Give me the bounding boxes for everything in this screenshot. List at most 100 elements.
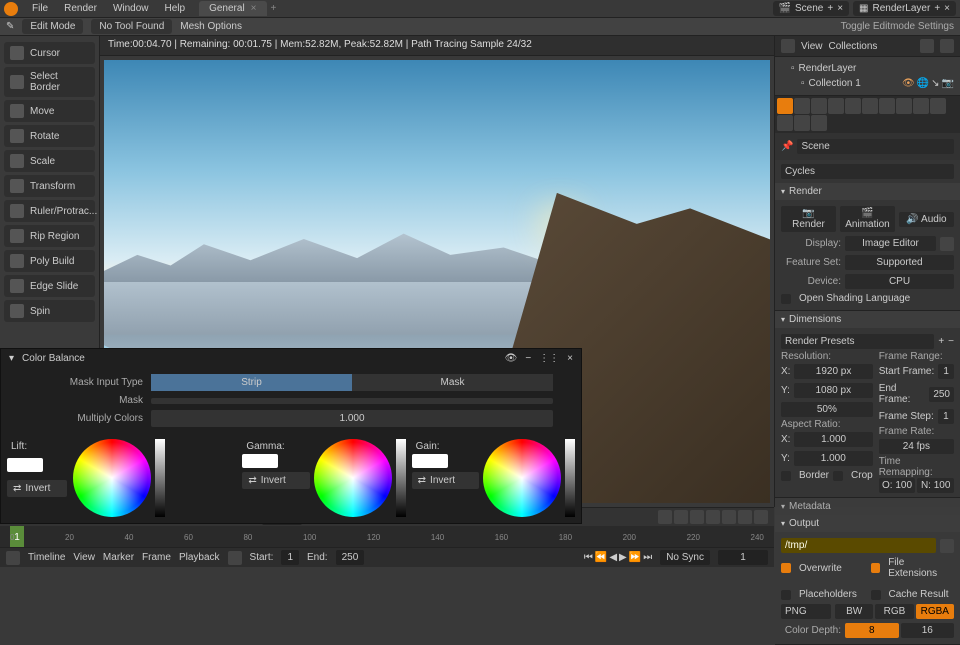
featureset-select[interactable]: Supported <box>845 255 954 270</box>
keyframe-prev-icon[interactable]: ⏪ <box>595 552 607 563</box>
render-engine[interactable]: Cycles <box>781 164 954 179</box>
arrow-icon[interactable]: ↘ <box>931 78 939 89</box>
editor-type-icon[interactable] <box>6 551 20 565</box>
add-icon[interactable]: + <box>934 3 940 14</box>
close-icon[interactable]: × <box>944 3 950 14</box>
cache-checkbox[interactable] <box>871 590 881 600</box>
border-checkbox[interactable] <box>781 471 791 481</box>
rgb-button[interactable]: RGB <box>875 604 913 619</box>
tool-select-border[interactable]: Select Border <box>4 67 95 97</box>
tab-texture[interactable] <box>811 115 827 131</box>
gain-invert[interactable]: ⇄Invert <box>412 472 479 489</box>
gamma-swatch[interactable] <box>242 454 278 468</box>
snap-icon[interactable] <box>674 510 688 524</box>
tool-spin[interactable]: Spin <box>4 300 95 322</box>
menu-playback[interactable]: Playback <box>179 552 220 563</box>
tab-world[interactable] <box>845 98 861 114</box>
gain-value-slider[interactable] <box>565 439 575 517</box>
menu-marker[interactable]: Marker <box>103 552 134 563</box>
outliner-collections[interactable]: Collections <box>829 41 878 52</box>
frame-step[interactable]: 1 <box>938 409 954 424</box>
lift-swatch[interactable] <box>7 458 43 472</box>
mesh-options[interactable]: Mesh Options <box>180 21 242 32</box>
tool-ruler[interactable]: Ruler/Protrac... <box>4 200 95 222</box>
aspect-y[interactable]: 1.000 <box>794 451 873 466</box>
tool-rip-region[interactable]: Rip Region <box>4 225 95 247</box>
jump-end-icon[interactable]: ⏭ <box>643 552 652 563</box>
aspect-x[interactable]: 1.000 <box>794 432 872 447</box>
close-icon[interactable]: × <box>837 3 843 14</box>
pin-icon[interactable]: 📌 <box>781 141 793 152</box>
outliner-item[interactable]: ▫ Collection 1 👁 🌐 ↘ 📷 <box>781 76 954 91</box>
render-button[interactable]: 📷 Render <box>781 206 836 232</box>
current-frame[interactable]: 1 <box>718 550 768 565</box>
tab-particles[interactable] <box>896 98 912 114</box>
toggle-editmode-settings[interactable]: Toggle Editmode Settings <box>841 21 954 32</box>
pivot-icon[interactable] <box>690 510 704 524</box>
frame-start[interactable]: 1 <box>938 364 954 379</box>
menu-window[interactable]: Window <box>105 1 157 16</box>
output-path[interactable]: /tmp/ <box>781 538 936 553</box>
gamma-wheel[interactable] <box>314 439 392 517</box>
outliner-view[interactable]: View <box>801 41 823 52</box>
gain-swatch[interactable] <box>412 454 448 468</box>
gamma-value-slider[interactable] <box>396 439 406 517</box>
render-presets[interactable]: Render Presets <box>781 334 934 349</box>
outliner-root[interactable]: ▫ RenderLayer <box>781 61 954 76</box>
display-select[interactable]: Image Editor <box>845 236 936 251</box>
res-pct[interactable]: 50% <box>781 402 873 417</box>
add-icon[interactable]: + <box>938 336 944 347</box>
overlay-icon[interactable] <box>658 510 672 524</box>
tool-move[interactable]: Move <box>4 100 95 122</box>
tab-modifier[interactable] <box>879 98 895 114</box>
lift-wheel[interactable] <box>73 439 151 517</box>
strip-button[interactable]: Strip <box>151 374 352 391</box>
grip-icon[interactable]: ⋮⋮ <box>539 353 559 364</box>
remap-new[interactable]: N: 100 <box>917 478 954 493</box>
close-icon[interactable]: × <box>251 3 257 14</box>
shading-solid-icon[interactable] <box>722 510 736 524</box>
tab-constraints[interactable] <box>930 98 946 114</box>
scene-selector[interactable]: 🎬 Scene + × <box>773 1 850 16</box>
add-icon[interactable]: + <box>827 3 833 14</box>
tool-cursor[interactable]: Cursor <box>4 42 95 64</box>
multiply-slider[interactable]: 1.000 <box>151 410 553 427</box>
start-frame-field[interactable]: 1 <box>281 550 299 565</box>
osl-checkbox[interactable] <box>781 294 791 304</box>
crop-checkbox[interactable] <box>833 471 843 481</box>
shading-wire-icon[interactable] <box>706 510 720 524</box>
depth-8[interactable]: 8 <box>845 623 899 638</box>
eye-icon[interactable]: 👁 <box>902 78 915 89</box>
chevron-down-icon[interactable]: ▾ <box>9 353 14 364</box>
eye-icon[interactable]: 👁 <box>505 353 518 364</box>
workspace-tab[interactable]: General × <box>199 1 266 16</box>
placeholders-checkbox[interactable] <box>781 590 791 600</box>
timeline-label[interactable]: Timeline <box>28 552 65 563</box>
fps[interactable]: 24 fps <box>879 439 954 454</box>
remap-old[interactable]: O: 100 <box>879 478 916 493</box>
tool-poly-build[interactable]: Poly Build <box>4 250 95 272</box>
tab-scene[interactable] <box>828 98 844 114</box>
remove-icon[interactable]: − <box>948 336 954 347</box>
folder-icon[interactable] <box>940 539 954 553</box>
autokey-icon[interactable] <box>228 551 242 565</box>
fileext-checkbox[interactable] <box>871 563 881 573</box>
gain-wheel[interactable] <box>483 439 561 517</box>
menu-render[interactable]: Render <box>56 1 105 16</box>
lift-value-slider[interactable] <box>155 439 165 517</box>
tab-output[interactable] <box>794 98 810 114</box>
lock-icon[interactable] <box>940 237 954 251</box>
tab-object[interactable] <box>862 98 878 114</box>
shading-rendered-icon[interactable] <box>754 510 768 524</box>
active-tool[interactable]: No Tool Found <box>91 19 172 34</box>
add-workspace-button[interactable]: + <box>271 3 277 14</box>
renderlayer-selector[interactable]: ▦ RenderLayer + × <box>853 1 956 16</box>
search-icon[interactable] <box>920 39 934 53</box>
depth-16[interactable]: 16 <box>901 623 955 638</box>
section-dimensions[interactable]: Dimensions <box>775 311 960 328</box>
lift-invert[interactable]: ⇄Invert <box>7 480 67 497</box>
menu-frame[interactable]: Frame <box>142 552 171 563</box>
menu-help[interactable]: Help <box>157 1 194 16</box>
format-select[interactable]: PNG <box>781 604 831 619</box>
jump-start-icon[interactable]: ⏮ <box>584 552 593 563</box>
